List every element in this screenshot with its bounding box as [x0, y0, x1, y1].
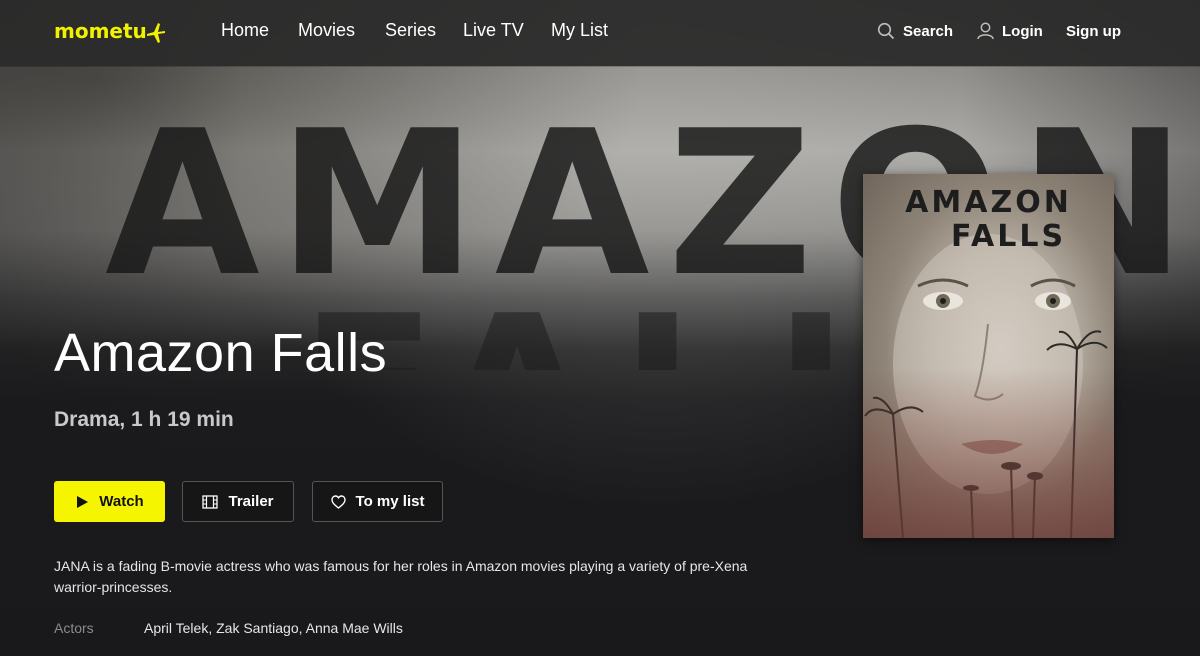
actors-label: Actors	[54, 620, 94, 636]
top-navbar: mometu Home Movies Series Live TV My Lis…	[0, 0, 1200, 66]
watch-button-label: Watch	[99, 493, 144, 510]
search-button[interactable]: Search	[903, 23, 953, 40]
nav-live-tv[interactable]: Live TV	[463, 20, 524, 41]
movie-meta: Drama, 1 h 19 min	[54, 408, 234, 431]
add-to-list-button-label: To my list	[355, 493, 425, 510]
poster-title-line2: FALLS	[950, 219, 1067, 254]
nav-series[interactable]: Series	[385, 20, 436, 41]
nav-movies[interactable]: Movies	[298, 20, 355, 41]
heart-icon	[330, 494, 346, 509]
movie-description: JANA is a fading B-movie actress who was…	[54, 558, 748, 595]
play-icon	[77, 495, 89, 508]
search-icon[interactable]	[877, 22, 895, 40]
signup-button[interactable]: Sign up	[1066, 23, 1121, 40]
add-to-list-button[interactable]: To my list	[312, 481, 443, 522]
trailer-button[interactable]: Trailer	[182, 481, 294, 522]
nav-my-list[interactable]: My List	[551, 20, 608, 41]
login-button[interactable]: Login	[1002, 23, 1043, 40]
watch-button[interactable]: Watch	[54, 481, 165, 522]
actors-list: April Telek, Zak Santiago, Anna Mae Will…	[144, 620, 403, 636]
trailer-button-label: Trailer	[228, 493, 274, 510]
movie-poster: AMAZON FALLS	[863, 174, 1114, 538]
film-icon	[202, 494, 219, 509]
logo[interactable]: mometu	[54, 19, 147, 43]
movie-title: Amazon Falls	[54, 323, 388, 383]
logo-plane-icon	[147, 23, 165, 43]
nav-home[interactable]: Home	[221, 20, 269, 41]
poster-title-line1: AMAZON	[905, 185, 1072, 220]
user-icon[interactable]	[976, 21, 995, 40]
